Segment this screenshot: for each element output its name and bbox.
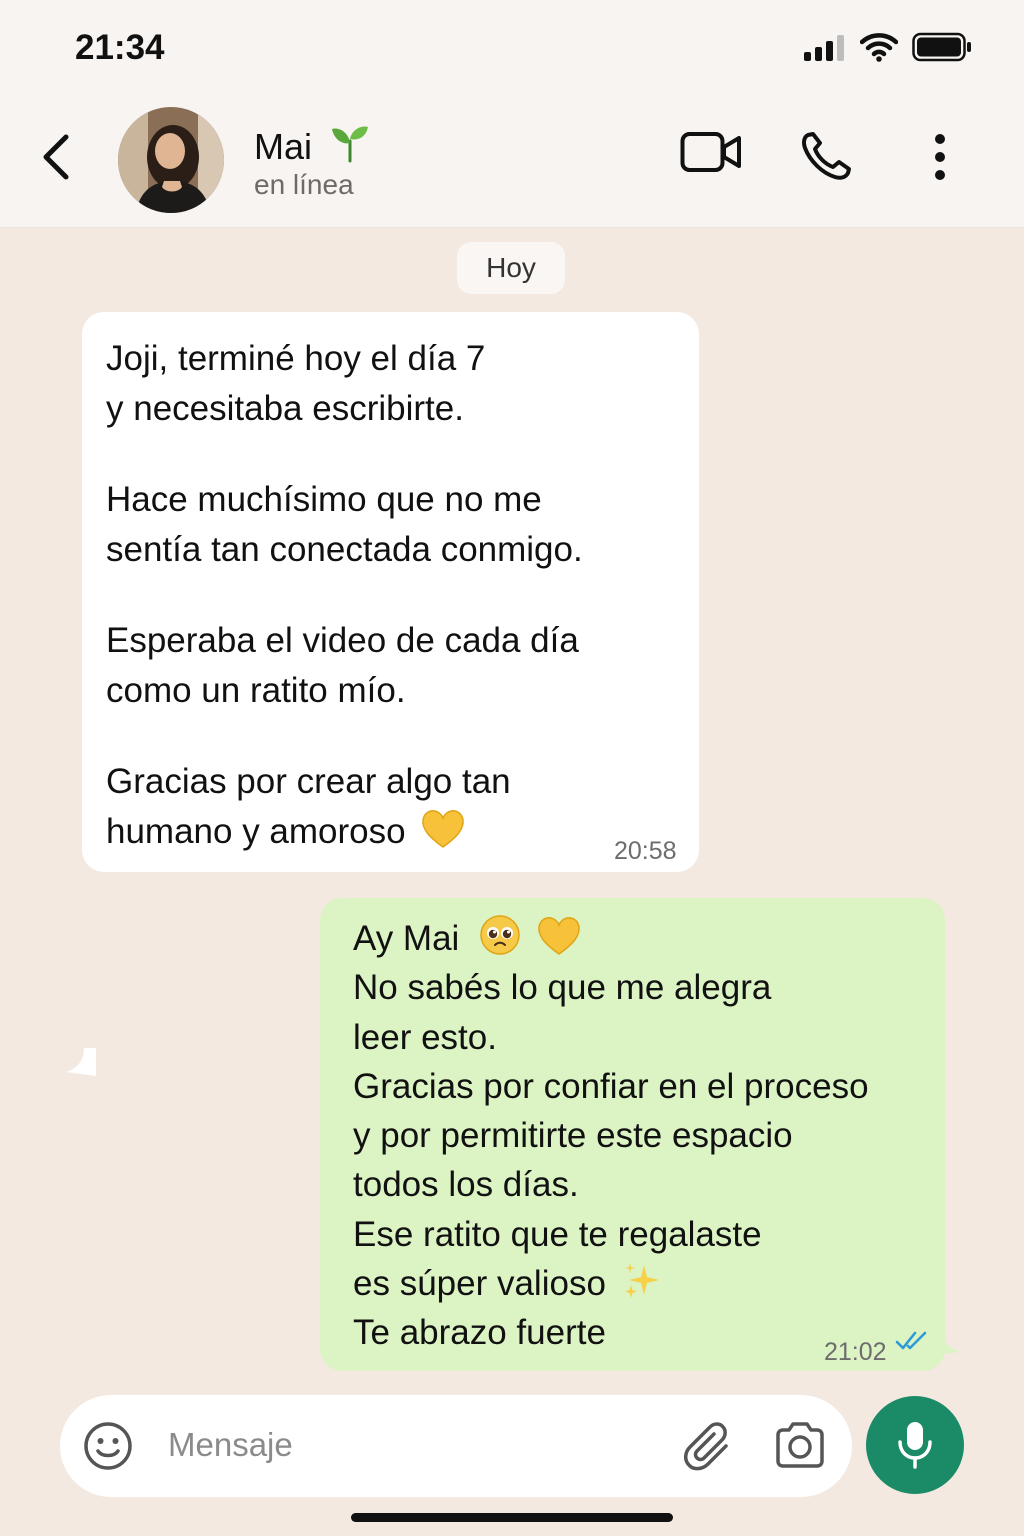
emoji-icon [84,1422,132,1470]
seedling-icon [332,126,369,163]
message-input[interactable] [168,1419,648,1471]
avatar-image [118,107,224,213]
paperclip-icon [684,1422,728,1471]
message-line: leer esto. [353,1017,497,1057]
back-button[interactable] [36,131,76,183]
microphone-icon [898,1422,932,1469]
chevron-left-icon [43,134,69,180]
wifi-icon [860,33,898,62]
signal-icon [804,35,844,61]
message-line: Ese ratito que te regalaste [353,1214,762,1254]
contact-status: en línea [254,169,354,200]
message-line: Ay Mai [353,914,913,963]
message-paragraph: Joji, terminé hoy el día 7 y necesitaba … [106,339,486,428]
video-camera-icon [680,132,741,172]
contact-name-text: Mai [254,126,313,167]
message-line: y por permitirte este espacio [353,1116,793,1156]
phone-icon [802,132,851,180]
outgoing-message[interactable]: Ay Mai No sabés lo que me alegra leer es… [320,898,945,1371]
video-call-button[interactable] [680,129,742,180]
status-icons [804,32,972,62]
more-options-button[interactable] [930,133,950,186]
message-line: Gracias por confiar en el proceso [353,1066,869,1106]
message-line: es súper valioso [353,1259,913,1308]
incoming-message[interactable]: Joji, terminé hoy el día 7 y necesitaba … [82,312,699,872]
message-composer [60,1395,852,1497]
battery-icon [912,32,971,62]
attach-button[interactable] [684,1420,734,1477]
avatar[interactable] [118,107,224,213]
voice-message-button[interactable] [866,1396,964,1494]
message-paragraph: Gracias por crear algo tan humano y amor… [106,762,511,851]
chat-header: Mai en línea [0,95,1024,228]
status-time: 21:34 [75,28,165,67]
message-paragraph: Esperaba el video de cada día como un ra… [106,621,579,710]
yellow-heart-icon [538,917,580,955]
message-line: todos los días. [353,1165,579,1205]
emoji-button[interactable] [82,1420,134,1477]
more-vertical-icon [935,134,945,180]
yellow-heart-icon [422,809,465,848]
outgoing-message-time: 21:02 [824,1338,887,1366]
incoming-message-text: Joji, terminé hoy el día 7 y necesitaba … [106,334,686,856]
message-paragraph: Hace muchísimo que no me sentía tan cone… [106,480,583,569]
voice-call-button[interactable] [800,131,854,186]
home-indicator [351,1513,673,1522]
read-receipt-icon [895,1331,927,1350]
sparkles-icon [624,1263,659,1299]
pleading-face-icon [480,915,520,955]
status-bar: 21:34 [0,0,1024,95]
incoming-bubble-tail [66,1048,96,1076]
incoming-message-time: 20:58 [614,837,677,865]
camera-icon [776,1422,824,1468]
contact-name[interactable]: Mai [254,123,370,168]
chat-area[interactable]: Hoy Joji, terminé hoy el día 7 y necesit… [0,228,1024,1536]
outgoing-message-text: Ay Mai No sabés lo que me alegra leer es… [353,914,913,1358]
camera-button[interactable] [774,1421,826,1474]
date-chip: Hoy [457,242,565,294]
message-line: No sabés lo que me alegra [353,968,772,1008]
